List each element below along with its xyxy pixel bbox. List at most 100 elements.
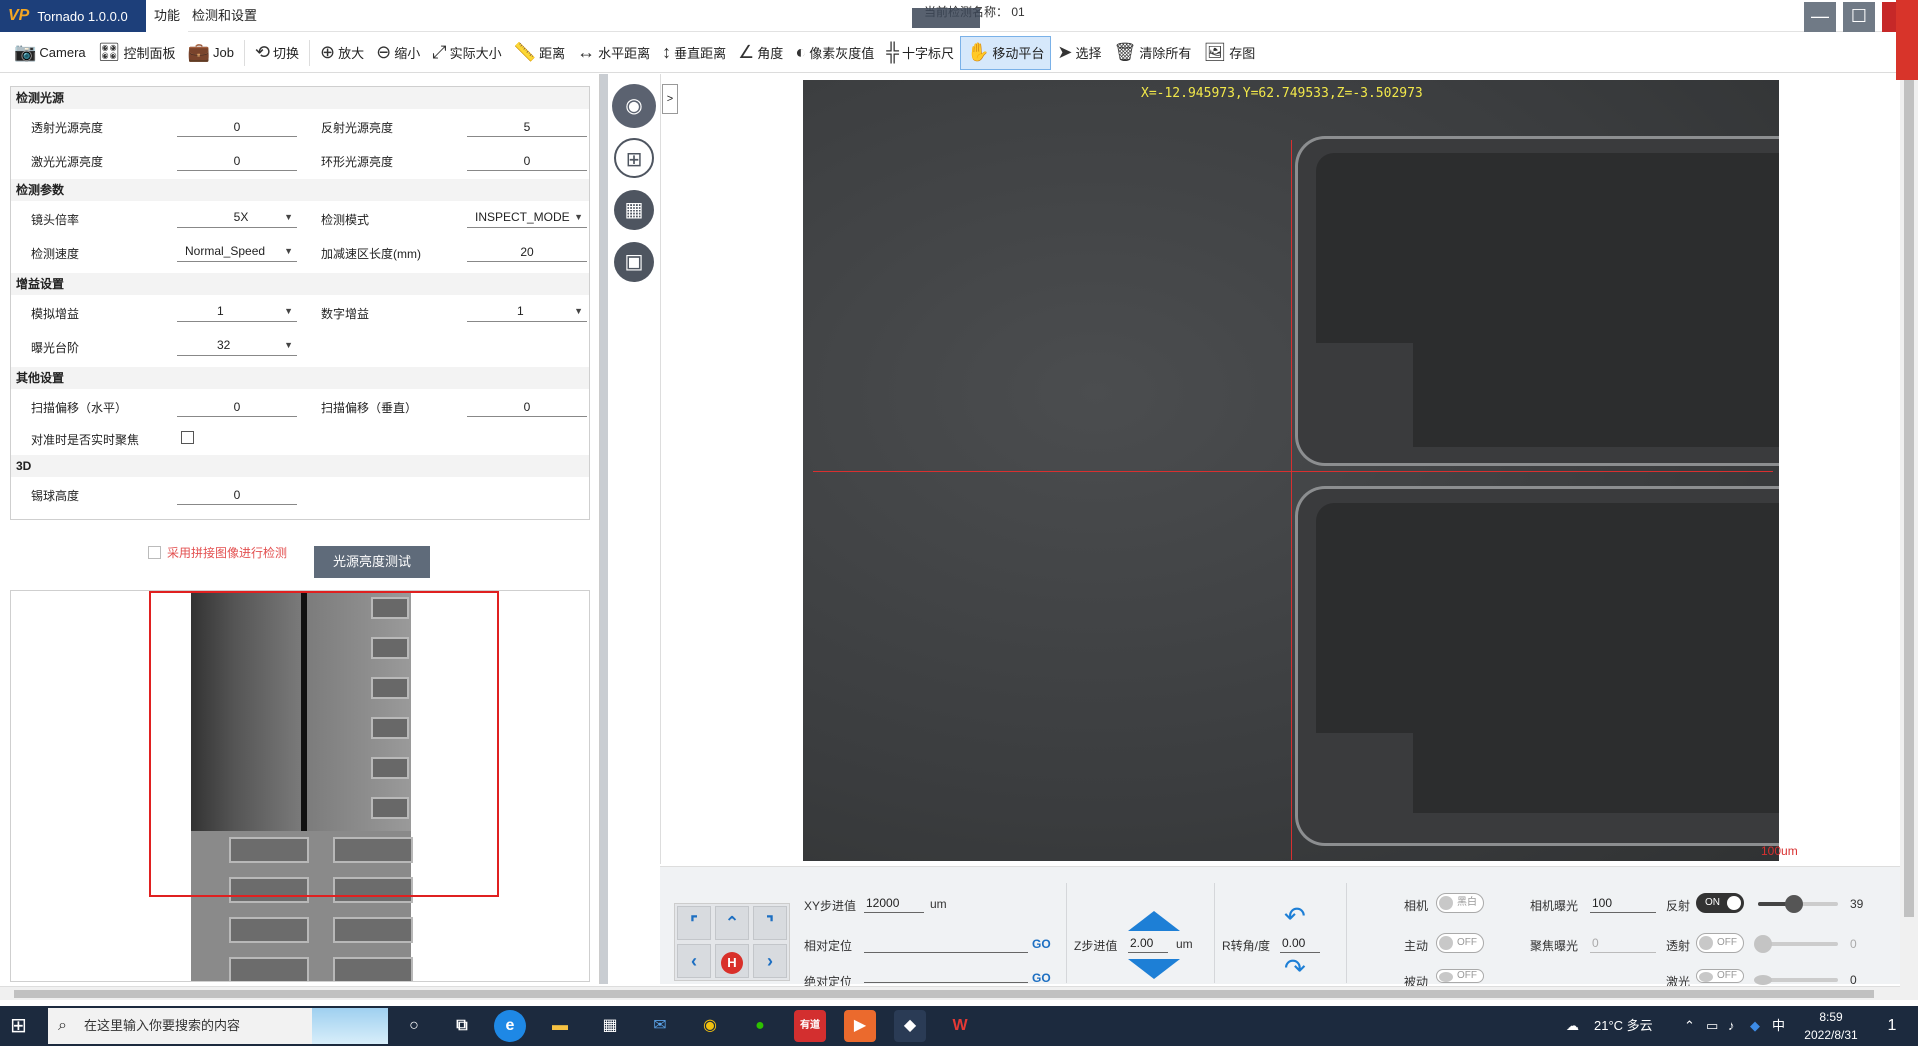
notification-icon[interactable]: 1 [1880,1014,1904,1038]
reflect-light-input[interactable]: 5 [467,117,587,137]
toolbar-button-actual-size[interactable]: ⤢ 实际大小 [426,36,507,70]
camera-live-view[interactable]: X=-12.945973,Y=62.749533,Z=-3.502973 [803,80,1779,861]
tray-expand-icon[interactable]: ⌃ [1684,1006,1695,1046]
file-explorer-icon[interactable]: ▬ [544,1010,576,1042]
toolbar-button-clear-all[interactable]: 🗑 清除所有 [1108,36,1198,70]
edge-browser-icon[interactable]: e [494,1010,526,1042]
volume-icon[interactable]: ♪ [1728,1006,1735,1046]
jog-up-right-button[interactable]: ⌝ [753,906,787,940]
z-down-button[interactable] [1128,959,1180,979]
exposure-step-select[interactable]: 32 ▼ [177,334,297,356]
toolbar-button-angle[interactable]: ∠ 角度 [732,36,789,70]
toolbar-button-camera[interactable]: 📷 Camera [8,36,92,70]
camera-exposure-input[interactable]: 100 [1590,893,1656,913]
rotate-cw-icon[interactable]: ↷ [1284,953,1306,984]
weather-icon[interactable]: ☁ [1566,1006,1579,1046]
z-step-input[interactable]: 2.00 [1128,933,1168,953]
tornado-app-icon[interactable]: ◆ [894,1010,926,1042]
offset-h-input[interactable]: 0 [177,397,297,417]
panel-splitter[interactable] [600,74,608,984]
reflect-toggle[interactable]: ON [1696,893,1744,913]
light-test-button[interactable]: 光源亮度测试 [314,546,430,578]
mode-select[interactable]: INSPECT_MODE ▼ [467,206,587,228]
laser-slider[interactable] [1754,975,1838,985]
preview-roi-rectangle[interactable] [149,591,499,897]
toolbar-button-move-stage[interactable]: ✋ 移动平台 [959,35,1052,70]
home-button[interactable]: H [715,944,749,978]
app-icon[interactable]: ▶ [844,1010,876,1042]
transmit-toggle[interactable]: OFF [1696,933,1744,953]
digital-gain-select[interactable]: 1 ▼ [467,300,587,322]
jog-right-button[interactable]: › [753,944,787,978]
analog-gain-select[interactable]: 1 ▼ [177,300,297,322]
toolbar-button-zoom-in[interactable]: ⊕ 放大 [314,36,370,70]
tab-functions[interactable]: 功能 [146,0,189,32]
toolbar-button-save-image[interactable]: 🖼 存图 [1197,36,1261,70]
speed-select[interactable]: Normal_Speed ▼ [177,240,297,262]
taskbar-clock[interactable]: 8:59 2022/8/31 [1796,1008,1866,1044]
store-icon[interactable]: ▦ [594,1010,626,1042]
offset-v-input[interactable]: 0 [467,397,587,417]
rotate-ccw-icon[interactable]: ↶ [1284,901,1306,932]
vertical-scrollbar[interactable] [1900,33,1918,1000]
transmit-slider-thumb[interactable] [1754,935,1772,953]
network-icon[interactable]: ▭ [1706,1006,1718,1046]
toolbar-button-horizontal-distance[interactable]: ↔ 水平距离 [571,36,656,70]
ring-light-input[interactable]: 0 [467,151,587,171]
absolute-position-input[interactable] [864,969,1028,983]
wps-icon[interactable]: W [944,1010,976,1042]
jog-left-button[interactable]: ‹ [677,944,711,978]
relative-go-button[interactable]: GO [1032,937,1051,951]
accel-input[interactable]: 20 [467,242,587,262]
transmit-slider[interactable] [1754,935,1838,953]
laser-slider-thumb[interactable] [1754,975,1772,985]
toolbar-button-vertical-distance[interactable]: ↕ 垂直距离 [656,36,732,70]
focus-exposure-input[interactable]: 0 [1590,933,1656,953]
toolbar-button-crosshair[interactable]: ╬ 十字标尺 [880,36,960,70]
toolbar-button-pixel-gray[interactable]: ◐ 像素灰度值 [789,36,880,70]
relative-position-input[interactable] [864,933,1028,953]
chrome-icon[interactable]: ◉ [694,1010,726,1042]
security-icon[interactable]: ◆ [1750,1006,1760,1046]
scrollbar-thumb[interactable] [14,990,1874,998]
cortana-icon[interactable]: ○ [398,1010,430,1042]
ball-height-input[interactable]: 0 [177,485,297,505]
minimize-button[interactable]: — [1804,2,1836,32]
taskbar-search[interactable]: ⌕ 在这里输入你要搜索的内容 [48,1008,388,1044]
realtime-focus-checkbox[interactable] [181,431,194,444]
transmit-light-input[interactable]: 0 [177,117,297,137]
jog-up-button[interactable]: ⌃ [715,906,749,940]
horizontal-scrollbar[interactable] [0,986,1900,1000]
mail-icon[interactable]: ✉ [644,1010,676,1042]
wafer-preview[interactable] [10,590,590,982]
toolbar-button-zoom-out[interactable]: ⊖ 缩小 [370,36,426,70]
camera-capture-icon[interactable]: ◉ [612,84,656,128]
tab-inspect-settings[interactable]: 检测和设置 [184,0,265,32]
youdao-icon[interactable]: 有道 [794,1010,826,1042]
jog-up-left-button[interactable]: ⌜ [677,906,711,940]
z-up-button[interactable] [1128,911,1180,931]
weather-text[interactable]: 21°C 多云 [1594,1006,1653,1046]
maximize-button[interactable]: ☐ [1843,2,1875,32]
reflect-slider[interactable] [1758,895,1838,913]
reflect-slider-thumb[interactable] [1785,895,1804,913]
stitch-option[interactable]: 采用拼接图像进行检测 [148,544,287,561]
toolbar-button-select[interactable]: ➤ 选择 [1051,36,1107,70]
wafer-map-icon[interactable]: ▦ [614,190,654,230]
windows-start-icon[interactable]: ⊞ [10,1014,34,1038]
expand-panel-button[interactable]: > [662,84,678,114]
passive-mode-toggle[interactable]: OFF [1436,969,1484,983]
rotation-input[interactable]: 0.00 [1280,933,1320,953]
ime-indicator[interactable]: 中 [1772,1006,1785,1046]
scrollbar-thumb[interactable] [1904,57,1914,917]
absolute-go-button[interactable]: GO [1032,971,1051,985]
laser-light-input[interactable]: 0 [177,151,297,171]
task-view-icon[interactable]: ⧉ [446,1010,478,1042]
toolbar-button-ruler[interactable]: 📏 距离 [508,36,571,70]
camera-mode-toggle[interactable]: 黑白 [1436,893,1484,913]
toolbar-button-control-panel[interactable]: 🎛 控制面板 [92,36,182,70]
grid-scan-icon[interactable]: ⊞ [614,138,654,178]
stitch-checkbox[interactable] [148,546,161,559]
xy-step-input[interactable]: 12000 [864,893,924,913]
image-gallery-icon[interactable]: ▣ [614,242,654,282]
